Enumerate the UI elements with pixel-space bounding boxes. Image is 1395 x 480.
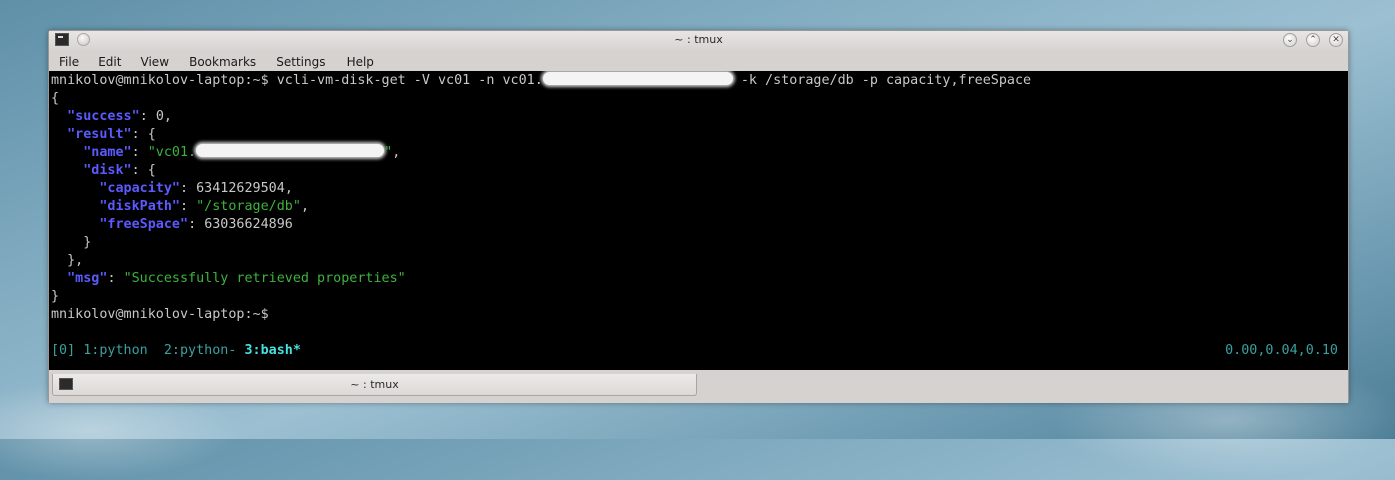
- tmux-session: [0]: [51, 343, 76, 358]
- json-close-brace: }: [51, 289, 60, 304]
- close-button[interactable]: ✕: [1329, 33, 1343, 47]
- shell-prompt: mnikolov@mnikolov-laptop:~$: [51, 73, 269, 88]
- json-line-name: "name": "vc01. ",: [83, 144, 401, 160]
- tab-bar: ~ : tmux: [49, 370, 1348, 403]
- json-line-disk: "disk": {: [83, 163, 156, 178]
- command-text-args: -k /storage/db -p capacity,freeSpace: [732, 73, 1032, 88]
- menu-settings[interactable]: Settings: [276, 52, 325, 69]
- menu-bookmarks[interactable]: Bookmarks: [189, 52, 256, 69]
- json-close-disk: }: [51, 235, 92, 250]
- menubar: File Edit View Bookmarks Settings Help: [49, 51, 1348, 71]
- maximize-button[interactable]: ⌃: [1306, 33, 1320, 47]
- redacted-vc-name: [196, 144, 385, 157]
- command-line: mnikolov@mnikolov-laptop:~$ vcli-vm-disk…: [51, 72, 1031, 90]
- json-line-diskpath: "diskPath": "/storage/db",: [99, 199, 309, 214]
- json-key-result: "result": [67, 127, 132, 142]
- tab-tmux[interactable]: ~ : tmux: [52, 374, 697, 396]
- shell-prompt-current: mnikolov@mnikolov-laptop:~$: [51, 307, 269, 322]
- menu-file[interactable]: File: [59, 52, 79, 69]
- tmux-active-window: 3:bash*: [244, 343, 301, 358]
- window-title: ~ : tmux: [674, 33, 723, 46]
- json-close-result: },: [51, 253, 84, 268]
- menu-help[interactable]: Help: [347, 52, 374, 69]
- json-key-freespace: "freeSpace": [99, 217, 189, 232]
- redacted-hostname: [542, 72, 733, 85]
- json-line-capacity: "capacity": 63412629504,: [99, 181, 293, 196]
- tmux-load-average: 0.00,0.04,0.10: [1225, 343, 1338, 358]
- window-titlebar[interactable]: ~ : tmux ⌄ ⌃ ✕: [49, 31, 1348, 51]
- json-key-capacity: "capacity": [99, 181, 180, 196]
- json-value-name-suffix: ": [384, 145, 393, 160]
- command-text: vcli-vm-disk-get -V vc01 -n vc01.: [268, 73, 543, 88]
- json-key-name: "name": [83, 145, 132, 160]
- json-open-brace: {: [51, 91, 60, 106]
- tmux-window-list: 1:python 2:python-: [83, 343, 237, 358]
- json-line-freespace: "freeSpace": 63036624896: [99, 217, 293, 232]
- tmux-status-left: [0] 1:python 2:python- 3:bash*: [51, 342, 301, 360]
- json-value-diskpath: "/storage/db": [196, 199, 301, 214]
- json-value-success: 0: [155, 109, 164, 124]
- json-line-success: "success": 0,: [67, 109, 172, 124]
- minimize-button[interactable]: ⌄: [1283, 33, 1297, 47]
- json-value-freespace: 63036624896: [204, 217, 293, 232]
- json-value-msg: "Successfully retrieved properties": [123, 271, 406, 286]
- json-key-msg: "msg": [67, 271, 108, 286]
- menu-edit[interactable]: Edit: [98, 52, 121, 69]
- terminal-screen[interactable]: mnikolov@mnikolov-laptop:~$ vcli-vm-disk…: [49, 71, 1348, 370]
- json-key-disk: "disk": [83, 163, 132, 178]
- json-key-diskpath: "diskPath": [99, 199, 180, 214]
- json-value-name-prefix: "vc01.: [147, 145, 197, 160]
- json-line-result: "result": {: [67, 127, 156, 142]
- tab-label: ~ : tmux: [350, 378, 399, 391]
- terminal-window: ~ : tmux ⌄ ⌃ ✕ File Edit View Bookmarks …: [48, 30, 1349, 403]
- json-value-capacity: 63412629504: [196, 181, 285, 196]
- menu-view[interactable]: View: [141, 52, 169, 69]
- json-line-msg: "msg": "Successfully retrieved propertie…: [67, 271, 406, 286]
- json-key-success: "success": [67, 109, 140, 124]
